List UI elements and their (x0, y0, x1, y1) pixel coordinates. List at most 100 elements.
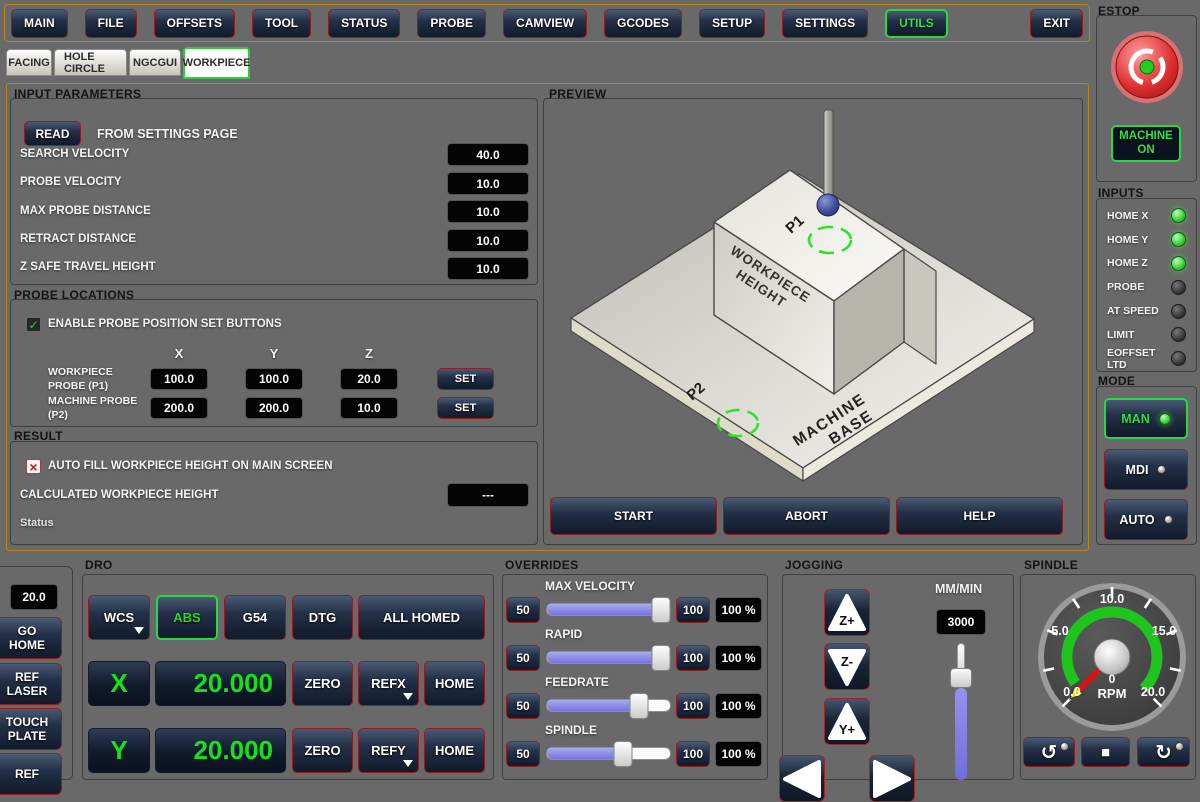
max-velocity-max-button[interactable]: 100 (676, 597, 710, 623)
input-row-at-speed: AT SPEED (1105, 299, 1188, 323)
quick-display-value: 20.0 (10, 584, 58, 610)
menu-item-main[interactable]: MAIN (11, 9, 68, 38)
mode-auto-label: AUTO (1119, 513, 1154, 527)
tab-facing[interactable]: FACING (6, 49, 52, 76)
gauge-center-cap (1094, 639, 1130, 675)
slider-track-upper (957, 643, 965, 671)
menu-item-tool[interactable]: TOOL (252, 9, 311, 38)
mode-man-button[interactable]: MAN (1104, 398, 1188, 439)
spindle-title: SPINDLE (1024, 558, 1078, 572)
menu-item-utils[interactable]: UTILS (885, 9, 948, 38)
jog-rate-slider-handle[interactable] (950, 668, 972, 688)
spindle-cw-button[interactable]: ↻ (1137, 737, 1190, 767)
jog-x-minus-button[interactable] (779, 755, 825, 802)
spindle-slider[interactable] (546, 747, 671, 760)
tab-workpiece[interactable]: WORKPIECE (183, 47, 250, 79)
dro-tab-wcs[interactable]: WCS (88, 595, 150, 640)
svg-text:20.0: 20.0 (1141, 685, 1165, 699)
home-z-led (1171, 256, 1186, 271)
spindle-ccw-button[interactable]: ↺ (1023, 737, 1075, 767)
menu-item-settings[interactable]: SETTINGS (782, 9, 868, 38)
spindle-min-button[interactable]: 50 (506, 741, 540, 767)
max-velocity-min-button[interactable]: 50 (506, 597, 540, 623)
top-menu-bar: MAIN FILE OFFSETS TOOL STATUS PROBE CAMV… (4, 4, 1090, 42)
slider-handle[interactable] (614, 741, 633, 767)
touch-plate-button[interactable]: TOUCH PLATE (0, 708, 62, 750)
dro-tab-g54[interactable]: G54 (224, 595, 286, 640)
svg-text:Z+: Z+ (839, 613, 855, 628)
exit-button[interactable]: EXIT (1030, 9, 1083, 38)
slider-handle[interactable] (652, 645, 671, 671)
machine-on-button[interactable]: MACHINE ON (1111, 125, 1181, 162)
svg-text:RPM: RPM (1098, 686, 1127, 701)
jog-z-minus-button[interactable]: Z- (824, 643, 870, 690)
input-label: HOME Z (1107, 257, 1148, 269)
slider-fill (547, 700, 639, 711)
feedrate-min-button[interactable]: 50 (506, 693, 540, 719)
spindle-max-button[interactable]: 100 (676, 741, 710, 767)
ref-button[interactable]: REF (0, 753, 62, 795)
axis-y-label: Y (88, 728, 150, 773)
go-home-button[interactable]: GO HOME (0, 617, 62, 659)
ref-laser-button[interactable]: REF LASER (0, 663, 62, 705)
dro-tab-abs[interactable]: ABS (156, 595, 218, 640)
input-row-limit: LIMIT (1105, 323, 1188, 347)
dro-tab-dtg[interactable]: DTG (292, 595, 353, 640)
menu-item-probe[interactable]: PROBE (417, 9, 486, 38)
input-label: LIMIT (1107, 329, 1134, 341)
spindle-stop-button[interactable]: ■ (1081, 737, 1130, 767)
x-ref-label: REFX (371, 676, 406, 691)
svg-text:15.0: 15.0 (1152, 624, 1176, 638)
max-velocity-percent: 100 % (715, 597, 762, 623)
input-label: PROBE (1107, 281, 1144, 293)
feedrate-label: FEEDRATE (545, 675, 609, 689)
y-ref-label: REFY (371, 743, 406, 758)
rapid-max-button[interactable]: 100 (676, 645, 710, 671)
menu-item-camview[interactable]: CAMVIEW (503, 9, 587, 38)
feedrate-slider[interactable] (546, 699, 671, 712)
slider-handle[interactable] (630, 693, 649, 719)
tab-ngcgui[interactable]: NGCGUI (129, 49, 181, 76)
triangle-down-icon: Z- (827, 647, 867, 687)
menu-item-offsets[interactable]: OFFSETS (154, 9, 235, 38)
mode-mdi-button[interactable]: MDI (1104, 449, 1188, 490)
dropdown-arrow-icon (403, 760, 413, 767)
slider-handle[interactable] (652, 597, 671, 623)
max-velocity-slider[interactable] (546, 603, 671, 616)
max-velocity-label: MAX VELOCITY (545, 579, 635, 593)
menu-item-setup[interactable]: SETUP (699, 9, 765, 38)
workpiece-tab-frame (6, 83, 1089, 551)
mode-auto-button[interactable]: AUTO (1104, 499, 1188, 540)
input-row-probe: PROBE (1105, 275, 1188, 299)
x-home-button[interactable]: HOME (424, 661, 485, 706)
jog-x-plus-button[interactable] (869, 755, 915, 802)
rapid-min-button[interactable]: 50 (506, 645, 540, 671)
at-speed-led (1171, 304, 1186, 319)
mode-man-label: MAN (1121, 412, 1149, 426)
menu-item-file[interactable]: FILE (85, 9, 137, 38)
y-ref-button[interactable]: REFY (358, 728, 419, 773)
mode-mdi-label: MDI (1126, 463, 1149, 477)
menu-item-gcodes[interactable]: GCODES (604, 9, 682, 38)
tab-hole-circle[interactable]: HOLE CIRCLE (54, 49, 127, 76)
jog-z-plus-button[interactable]: Z+ (824, 589, 870, 636)
slider-track-lower (955, 688, 967, 780)
spindle-ovr-label: SPINDLE (545, 723, 597, 737)
all-homed-button[interactable]: ALL HOMED (358, 595, 485, 640)
jog-rate-slider[interactable] (950, 643, 972, 780)
jog-y-plus-button[interactable]: Y+ (824, 698, 870, 745)
y-home-button[interactable]: HOME (424, 728, 485, 773)
rapid-label: RAPID (545, 627, 582, 641)
spindle-ccw-led (1060, 742, 1069, 751)
spindle-cw-led (1175, 742, 1184, 751)
x-ref-button[interactable]: REFX (358, 661, 419, 706)
y-zero-button[interactable]: ZERO (292, 728, 353, 773)
rapid-slider[interactable] (546, 651, 671, 664)
estop-button[interactable] (1105, 25, 1189, 109)
menu-item-status[interactable]: STATUS (328, 9, 400, 38)
x-zero-button[interactable]: ZERO (292, 661, 353, 706)
input-row-eoffset-ltd: EOFFSET LTD (1105, 347, 1188, 371)
mode-auto-led (1164, 515, 1173, 524)
feedrate-max-button[interactable]: 100 (676, 693, 710, 719)
dro-title: DRO (85, 558, 113, 572)
